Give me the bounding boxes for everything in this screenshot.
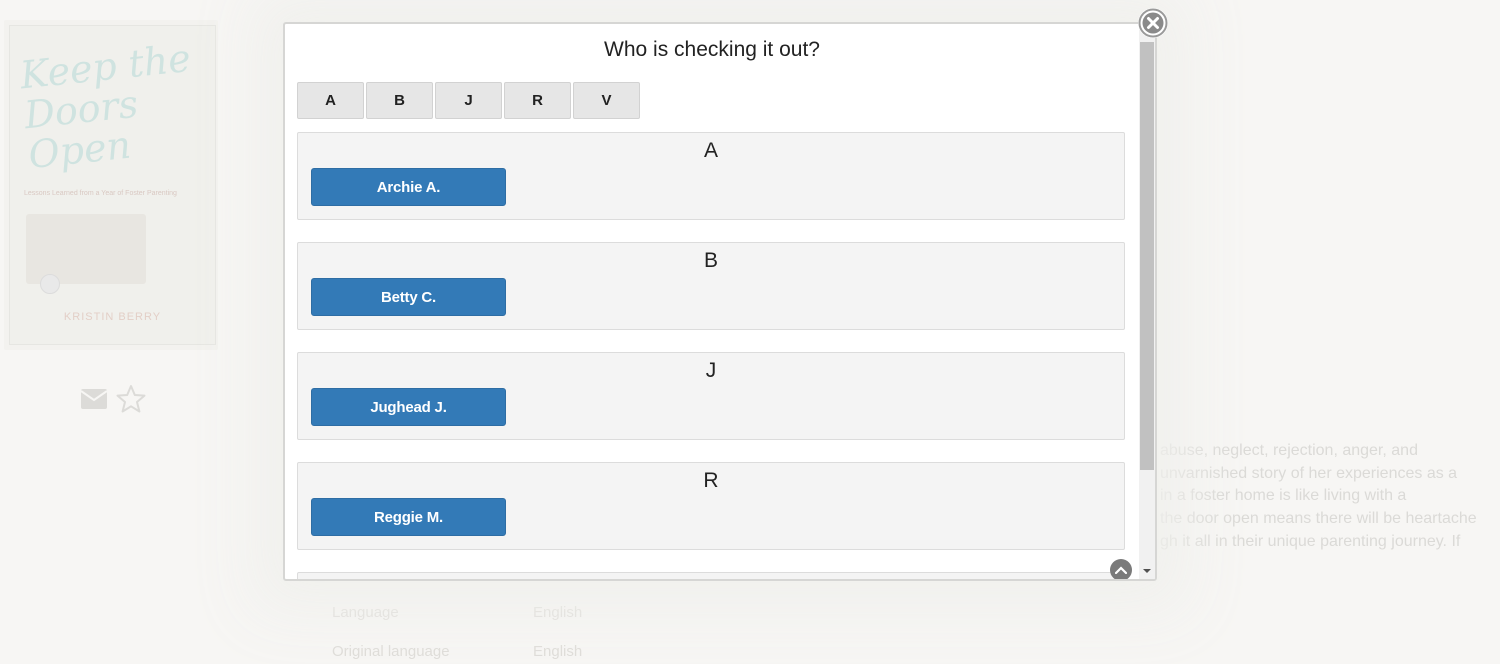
book-cover[interactable]: Keep the Doors Open Lessons Learned from… [9,25,216,345]
letter-button-r[interactable]: R [504,82,571,119]
letter-group-r: R Reggie M. [297,462,1125,550]
scroll-down-arrow-icon[interactable] [1143,569,1151,573]
book-cover-illustration [26,214,146,284]
meta-value-original-language: English [533,643,583,660]
person-button-jughead[interactable]: Jughead J. [311,388,506,426]
group-heading: B [703,249,718,272]
people-list: A Archie A. B Betty C. J Jughead J. R Re… [297,132,1127,579]
person-button-reggie[interactable]: Reggie M. [311,498,506,536]
close-icon[interactable] [1138,8,1168,38]
letter-button-v[interactable]: V [573,82,640,119]
book-cover-author: KRISTIN BERRY [63,311,162,323]
modal-title: Who is checking it out? [604,38,820,61]
letter-group-a: A Archie A. [297,132,1125,220]
chevron-up-icon[interactable] [1110,559,1132,579]
letter-group-v [297,572,1125,579]
letter-button-b[interactable]: B [366,82,433,119]
description-line: gh it all in their unique parenting jour… [1160,532,1461,550]
star-icon[interactable] [116,384,146,414]
book-cover-subtitle: Lessons Learned from a Year of Foster Pa… [24,190,177,197]
description-line: unvarnished story of her experiences as … [1160,464,1458,482]
meta-label-language: Language [332,604,399,621]
envelope-icon[interactable] [80,388,108,410]
modal-scrollbar[interactable] [1139,24,1155,579]
person-button-betty[interactable]: Betty C. [311,278,506,316]
description-line: abuse, neglect, rejection, anger, and [1160,442,1418,459]
scrollbar-thumb[interactable] [1140,42,1154,470]
letter-button-a[interactable]: A [297,82,364,119]
book-description: abuse, neglect, rejection, anger, and un… [1160,440,1490,554]
book-actions [80,384,146,414]
person-button-archie[interactable]: Archie A. [311,168,506,206]
letter-group-b: B Betty C. [297,242,1125,330]
meta-label-original-language: Original language [332,643,450,660]
letter-group-j: J Jughead J. [297,352,1125,440]
group-heading: R [703,469,719,492]
group-heading: J [705,359,717,382]
letter-filter-bar: A B J R V [297,82,640,119]
checkout-modal: Who is checking it out? A B J R V A Arch… [283,22,1157,581]
meta-value-language: English [533,604,583,621]
book-cover-ball [40,274,60,294]
book-cover-title: Keep the Doors Open [18,35,193,178]
letter-button-j[interactable]: J [435,82,502,119]
group-heading: A [703,139,718,162]
description-line: in a foster home is like living with a [1160,487,1407,505]
description-line: the door open means there will be hearta… [1160,510,1477,528]
